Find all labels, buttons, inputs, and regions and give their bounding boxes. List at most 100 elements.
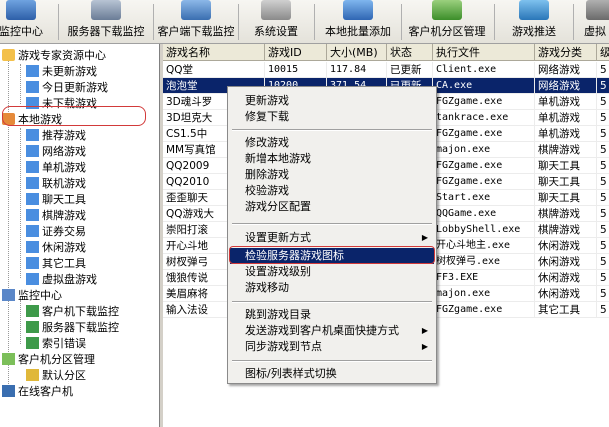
table-cell: 聊天工具 bbox=[535, 158, 597, 174]
menu-item-toggle-view[interactable]: 图标/列表样式切换 bbox=[230, 366, 434, 382]
menu-item-delete-game[interactable]: 删除游戏 bbox=[230, 167, 434, 183]
server-download-icon bbox=[91, 0, 121, 20]
toolbar-virtual-button[interactable]: 虚拟 bbox=[576, 0, 609, 42]
table-cell: Start.exe bbox=[433, 190, 535, 206]
menu-item-repair-download[interactable]: 修复下载 bbox=[230, 109, 434, 125]
menu-item-goto-directory[interactable]: 跳到游戏目录 bbox=[230, 307, 434, 323]
partition-icon bbox=[432, 0, 462, 20]
tree-node-default-partition[interactable]: 默认分区 bbox=[26, 368, 86, 384]
submenu-arrow-icon: ▶ bbox=[421, 342, 428, 351]
table-cell: majon.exe bbox=[433, 286, 535, 302]
toolbar-server-download-button[interactable]: 服务器下载监控 bbox=[60, 0, 152, 42]
column-header-name[interactable]: 游戏名称 bbox=[163, 44, 265, 61]
column-header-size[interactable]: 大小(MB) bbox=[327, 44, 387, 61]
table-cell: LobbyShell.exe bbox=[433, 222, 535, 238]
toolbar-partition-button[interactable]: 客户机分区管理 bbox=[402, 0, 492, 42]
tree-node-index-errors[interactable]: 索引错误 bbox=[26, 336, 86, 352]
toolbar: 监控中心 服务器下载监控 客户端下载监控 系统设置 本地批量添加 客户机分区管理… bbox=[0, 0, 609, 44]
menu-item-update-mode[interactable]: 设置更新方式 ▶ bbox=[230, 230, 434, 246]
tree-node-monitor-center[interactable]: 监控中心 bbox=[2, 288, 62, 304]
monitor-icon bbox=[2, 289, 15, 301]
table-cell: QQGame.exe bbox=[433, 206, 535, 222]
tree-node-securities[interactable]: 证券交易 bbox=[26, 224, 86, 240]
tree-node-other-tools[interactable]: 其它工具 bbox=[26, 256, 86, 272]
table-cell: FGZgame.exe bbox=[433, 126, 535, 142]
highlight-ring-local-games bbox=[2, 106, 146, 126]
folder-icon bbox=[26, 225, 39, 237]
tree-node-client-download-monitor[interactable]: 客户机下载监控 bbox=[26, 304, 119, 320]
table-cell: FGZgame.exe bbox=[433, 174, 535, 190]
toolbar-settings-button[interactable]: 系统设置 bbox=[240, 0, 312, 42]
lock-icon bbox=[26, 369, 39, 381]
tree-node-online-games[interactable]: 网络游戏 bbox=[26, 144, 86, 160]
partition-icon bbox=[2, 353, 15, 365]
folder-icon bbox=[26, 193, 39, 205]
tree-node-single-player[interactable]: 单机游戏 bbox=[26, 160, 86, 176]
folder-icon bbox=[26, 177, 39, 189]
table-cell: majon.exe bbox=[433, 142, 535, 158]
folder-icon bbox=[26, 273, 39, 285]
tree-node-chat-tools[interactable]: 聊天工具 bbox=[26, 192, 86, 208]
table-cell: 5 bbox=[597, 190, 609, 206]
table-cell: 5 bbox=[597, 110, 609, 126]
menu-item-verify-game[interactable]: 校验游戏 bbox=[230, 183, 434, 199]
menu-item-set-level[interactable]: 设置游戏级别 bbox=[230, 264, 434, 280]
batch-add-icon bbox=[343, 0, 373, 20]
table-row[interactable]: QQ堂 10015 117.84 已更新 Client.exe 网络游戏 5 bbox=[163, 62, 609, 78]
tree-node-not-updated[interactable]: 未更新游戏 bbox=[26, 64, 97, 80]
toolbar-client-download-button[interactable]: 客户端下载监控 bbox=[154, 0, 238, 42]
table-cell: 5 bbox=[597, 158, 609, 174]
table-cell: 单机游戏 bbox=[535, 94, 597, 110]
tree-node-virtual-disk[interactable]: 虚拟盘游戏 bbox=[26, 272, 97, 288]
table-cell: 5 bbox=[597, 286, 609, 302]
tree-node-server-download-monitor[interactable]: 服务器下载监控 bbox=[26, 320, 119, 336]
context-menu: 更新游戏 修复下载 修改游戏 新增本地游戏 删除游戏 校验游戏 游戏分区配置 设… bbox=[227, 86, 437, 384]
tree-node-board-games[interactable]: 棋牌游戏 bbox=[26, 208, 86, 224]
table-cell: 5 bbox=[597, 222, 609, 238]
table-cell: 棋牌游戏 bbox=[535, 222, 597, 238]
menu-item-move-game[interactable]: 游戏移动 bbox=[230, 280, 434, 296]
table-cell: 5 bbox=[597, 302, 609, 318]
tree-node-resource-center[interactable]: 游戏专家资源中心 bbox=[2, 48, 106, 64]
table-cell: 聊天工具 bbox=[535, 190, 597, 206]
folder-icon bbox=[2, 49, 15, 61]
column-header-level[interactable]: 级 bbox=[597, 44, 609, 61]
table-cell: 5 bbox=[597, 206, 609, 222]
toolbar-batch-add-button[interactable]: 本地批量添加 bbox=[316, 0, 400, 42]
tree-node-partition-management[interactable]: 客户机分区管理 bbox=[2, 352, 95, 368]
column-header-category[interactable]: 游戏分类 bbox=[535, 44, 597, 61]
tree-node-casual-games[interactable]: 休闲游戏 bbox=[26, 240, 86, 256]
folder-icon bbox=[26, 161, 39, 173]
menu-item-send-shortcut[interactable]: 发送游戏到客户机桌面快捷方式 ▶ bbox=[230, 323, 434, 339]
table-cell: 休闲游戏 bbox=[535, 270, 597, 286]
column-header-status[interactable]: 状态 bbox=[387, 44, 433, 61]
menu-item-update-game[interactable]: 更新游戏 bbox=[230, 93, 434, 109]
menu-item-add-local-game[interactable]: 新增本地游戏 bbox=[230, 151, 434, 167]
menu-item-edit-game[interactable]: 修改游戏 bbox=[230, 135, 434, 151]
table-cell: 网络游戏 bbox=[535, 78, 597, 94]
settings-icon bbox=[261, 0, 291, 20]
menu-item-sync-node[interactable]: 同步游戏到节点 ▶ bbox=[230, 339, 434, 355]
toolbar-monitor-button[interactable]: 监控中心 bbox=[0, 0, 54, 42]
folder-icon bbox=[26, 241, 39, 253]
toolbar-push-button[interactable]: 游戏推送 bbox=[496, 0, 572, 42]
folder-icon bbox=[26, 257, 39, 269]
tree-node-lan-games[interactable]: 联机游戏 bbox=[26, 176, 86, 192]
table-cell: FF3.EXE bbox=[433, 270, 535, 286]
column-header-exe[interactable]: 执行文件 bbox=[433, 44, 535, 61]
table-cell: 5 bbox=[597, 254, 609, 270]
table-cell: 5 bbox=[597, 142, 609, 158]
menu-item-partition-config[interactable]: 游戏分区配置 bbox=[230, 199, 434, 215]
table-cell: 其它工具 bbox=[535, 302, 597, 318]
folder-icon bbox=[26, 129, 39, 141]
monitor-icon bbox=[6, 0, 36, 20]
folder-icon bbox=[26, 209, 39, 221]
table-cell: FGZgame.exe bbox=[433, 94, 535, 110]
tree-node-online-clients[interactable]: 在线客户机 bbox=[2, 384, 73, 400]
tree-node-today-updated[interactable]: 今日更新游戏 bbox=[26, 80, 108, 96]
column-header-id[interactable]: 游戏ID bbox=[265, 44, 327, 61]
client-download-icon bbox=[181, 0, 211, 20]
tree-node-recommended[interactable]: 推荐游戏 bbox=[26, 128, 86, 144]
table-cell: 网络游戏 bbox=[535, 62, 597, 78]
table-cell: 5 bbox=[597, 126, 609, 142]
